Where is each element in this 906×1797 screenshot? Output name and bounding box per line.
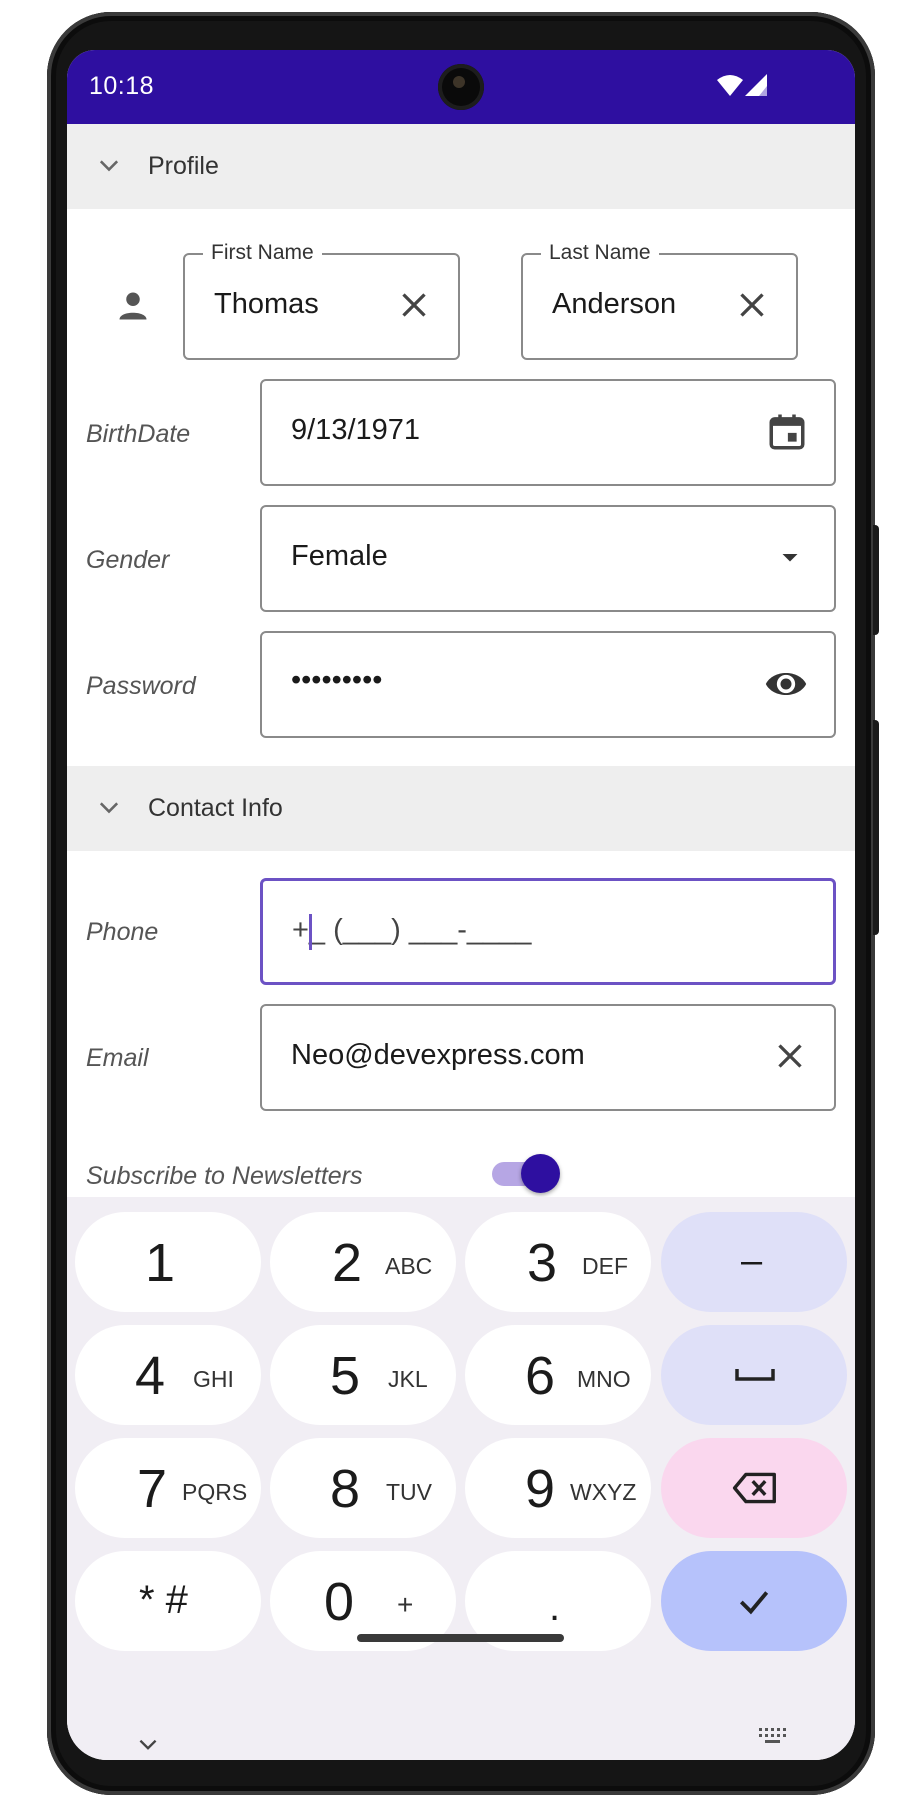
key-star-hash[interactable]: * # xyxy=(75,1551,261,1651)
app-screen: 10:18 Profile First Name Thomas Last Nam… xyxy=(67,50,855,1760)
key-number: 3 xyxy=(527,1233,558,1293)
key-number: 4 xyxy=(135,1346,166,1406)
chevron-down-icon xyxy=(99,160,119,172)
last-name-label: Last Name xyxy=(541,241,659,265)
password-value[interactable]: ••••••••• xyxy=(291,664,382,697)
eye-icon[interactable] xyxy=(764,662,808,706)
power-button xyxy=(873,720,879,935)
key-2[interactable]: 2 ABC xyxy=(270,1212,456,1312)
birthdate-field[interactable]: 9/13/1971 xyxy=(260,379,836,486)
person-icon xyxy=(119,292,147,320)
key-3[interactable]: 3 DEF xyxy=(465,1212,651,1312)
key-1[interactable]: 1 xyxy=(75,1212,261,1312)
key-letters: PQRS xyxy=(182,1479,248,1505)
key-backspace[interactable] xyxy=(661,1438,847,1538)
check-icon xyxy=(739,1591,769,1615)
wifi-icon xyxy=(717,75,743,96)
key-4[interactable]: 4 GHI xyxy=(75,1325,261,1425)
phone-mask-value[interactable]: +_ (___) ___-____ xyxy=(292,914,531,947)
front-camera xyxy=(438,64,484,110)
clear-icon[interactable] xyxy=(772,1038,808,1074)
last-name-value[interactable]: Anderson xyxy=(552,288,676,321)
space-icon xyxy=(735,1369,775,1381)
key-letters: TUV xyxy=(386,1479,432,1505)
first-name-label: First Name xyxy=(203,241,322,265)
password-field[interactable]: ••••••••• xyxy=(260,631,836,738)
key-symbol: . xyxy=(549,1585,561,1629)
status-time: 10:18 xyxy=(89,72,155,100)
first-name-value[interactable]: Thomas xyxy=(214,288,319,321)
contact-group-title: Contact Info xyxy=(148,794,283,822)
key-letters: DEF xyxy=(582,1253,628,1279)
phone-field[interactable]: +_ (___) ___-____ xyxy=(260,878,836,985)
numeric-keyboard: 1 2 ABC 3 DEF – 4 GHI 5 JKL 6 MNO 7 PQRS… xyxy=(67,1197,855,1760)
profile-group-title: Profile xyxy=(148,152,219,180)
key-letters: JKL xyxy=(388,1366,428,1392)
backspace-icon xyxy=(732,1472,776,1504)
password-label: Password xyxy=(86,672,196,700)
first-name-field[interactable]: First Name Thomas xyxy=(183,241,460,360)
gender-select[interactable]: Female xyxy=(260,505,836,612)
hide-keyboard-icon[interactable] xyxy=(135,1732,161,1758)
key-number: 7 xyxy=(137,1459,168,1519)
contact-group-header[interactable]: Contact Info xyxy=(67,766,855,851)
key-symbol: * # xyxy=(139,1578,188,1622)
chevron-down-icon xyxy=(99,802,119,814)
key-done[interactable] xyxy=(661,1551,847,1651)
email-field[interactable]: Neo@devexpress.com xyxy=(260,1004,836,1111)
key-letters: + xyxy=(397,1589,414,1620)
key-number: 6 xyxy=(525,1346,556,1406)
key-letters: MNO xyxy=(577,1366,631,1392)
key-9[interactable]: 9 WXYZ xyxy=(465,1438,651,1538)
status-bar: 10:18 xyxy=(67,50,855,124)
key-number: 1 xyxy=(145,1233,176,1293)
volume-button xyxy=(873,525,879,635)
key-number: 0 xyxy=(324,1572,355,1632)
key-number: 5 xyxy=(330,1346,361,1406)
phone-label: Phone xyxy=(86,918,159,946)
key-8[interactable]: 8 TUV xyxy=(270,1438,456,1538)
status-icons xyxy=(717,74,767,96)
key-letters: GHI xyxy=(193,1366,234,1392)
key-7[interactable]: 7 PQRS xyxy=(75,1438,261,1538)
email-label: Email xyxy=(86,1044,149,1072)
keyboard-icon[interactable] xyxy=(757,1725,789,1749)
profile-group-header[interactable]: Profile xyxy=(67,124,855,209)
newsletter-toggle-thumb[interactable] xyxy=(521,1154,560,1193)
birthdate-value[interactable]: 9/13/1971 xyxy=(291,414,420,447)
key-number: 2 xyxy=(332,1233,363,1293)
gender-value[interactable]: Female xyxy=(291,540,388,573)
home-indicator[interactable] xyxy=(357,1634,564,1642)
text-cursor xyxy=(309,914,312,950)
clear-icon[interactable] xyxy=(396,287,432,323)
key-symbol: – xyxy=(741,1240,763,1282)
key-5[interactable]: 5 JKL xyxy=(270,1325,456,1425)
dropdown-arrow-icon[interactable] xyxy=(772,539,808,575)
key-space[interactable] xyxy=(661,1325,847,1425)
key-letters: ABC xyxy=(385,1253,433,1279)
key-letters: WXYZ xyxy=(570,1479,637,1505)
birthdate-label: BirthDate xyxy=(86,420,191,448)
clear-icon[interactable] xyxy=(734,287,770,323)
key-6[interactable]: 6 MNO xyxy=(465,1325,651,1425)
calendar-icon[interactable] xyxy=(766,411,808,453)
key-number: 8 xyxy=(330,1459,361,1519)
key-minus[interactable]: – xyxy=(661,1212,847,1312)
gender-label: Gender xyxy=(86,546,170,574)
newsletter-label: Subscribe to Newsletters xyxy=(86,1162,363,1190)
email-value[interactable]: Neo@devexpress.com xyxy=(291,1039,585,1072)
last-name-field[interactable]: Last Name Anderson xyxy=(521,241,798,360)
key-number: 9 xyxy=(525,1459,556,1519)
